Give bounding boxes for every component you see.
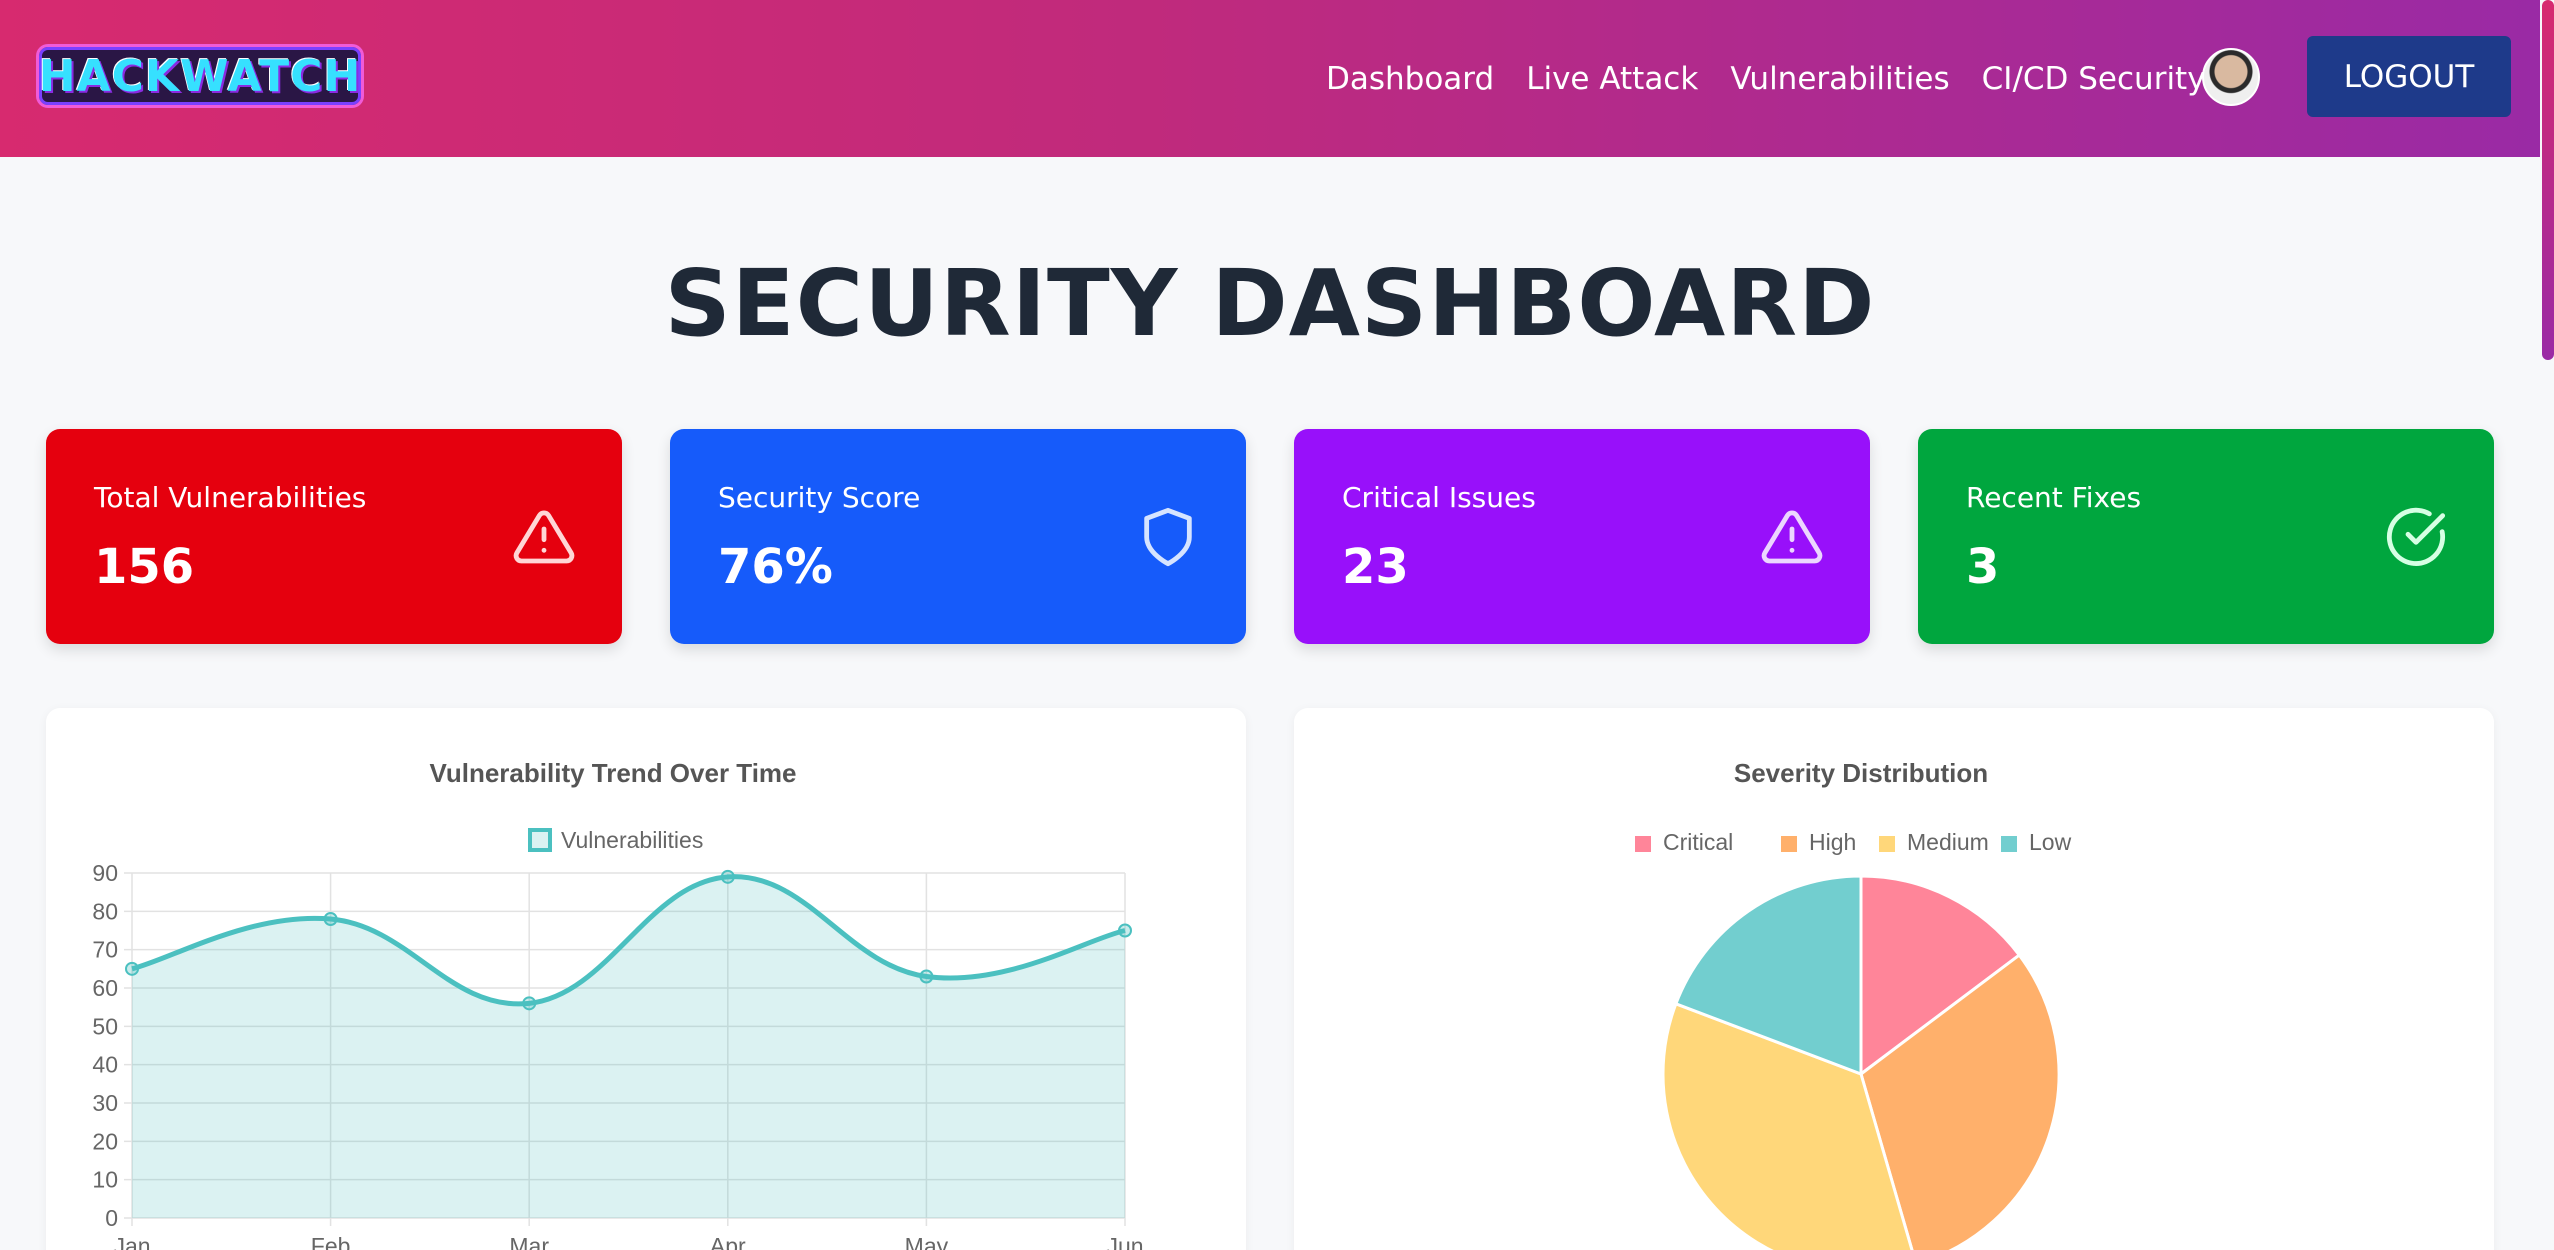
x-tick-label: May bbox=[905, 1233, 949, 1250]
legend-label: Vulnerabilities bbox=[561, 827, 703, 853]
card-value: 23 bbox=[1342, 539, 1409, 595]
card-security-score: Security Score 76% bbox=[670, 429, 1246, 644]
user-avatar[interactable] bbox=[2202, 48, 2260, 106]
legend-swatch bbox=[528, 828, 552, 852]
top-navbar: HACKWATCH Dashboard Live Attack Vulnerab… bbox=[0, 0, 2540, 157]
severity-distribution-panel: Severity Distribution Critical High Medium… bbox=[1294, 708, 2494, 1250]
logo-text: HACKWATCH bbox=[38, 50, 362, 102]
card-label: Security Score bbox=[718, 481, 921, 514]
y-tick-label: 40 bbox=[92, 1052, 118, 1078]
x-tick-label: Mar bbox=[509, 1233, 549, 1250]
y-tick-label: 60 bbox=[92, 975, 118, 1001]
data-point[interactable] bbox=[125, 961, 139, 976]
chart-title: Vulnerability Trend Over Time bbox=[429, 758, 796, 788]
nav-vulnerabilities[interactable]: Vulnerabilities bbox=[1730, 61, 1949, 97]
shield-icon bbox=[1144, 507, 1192, 567]
series-area-fill bbox=[132, 876, 1125, 1218]
main-nav: Dashboard Live Attack Vulnerabilities CI… bbox=[1326, 0, 2206, 157]
vulnerability-trend-panel: Vulnerability Trend Over Time Vulnerabil… bbox=[46, 708, 1246, 1250]
y-tick-label: 20 bbox=[92, 1128, 118, 1154]
hackwatch-logo[interactable]: HACKWATCH bbox=[36, 44, 364, 108]
chart-legend[interactable]: Vulnerabilities bbox=[528, 827, 703, 853]
data-point[interactable] bbox=[1118, 923, 1132, 938]
legend-swatch bbox=[1781, 836, 1797, 852]
card-label: Recent Fixes bbox=[1966, 481, 2142, 514]
check-circle-icon bbox=[2386, 507, 2446, 566]
x-tick-label: Feb bbox=[311, 1233, 351, 1250]
y-tick-label: 10 bbox=[92, 1167, 118, 1193]
card-value: 76% bbox=[718, 539, 833, 595]
legend-label: Low bbox=[2029, 829, 2072, 855]
legend-label: Critical bbox=[1663, 829, 1733, 855]
card-label: Critical Issues bbox=[1342, 481, 1536, 514]
card-total-vulnerabilities: Total Vulnerabilities 156 bbox=[46, 429, 622, 644]
nav-live-attack[interactable]: Live Attack bbox=[1526, 61, 1698, 97]
data-point[interactable] bbox=[919, 969, 934, 984]
logout-button[interactable]: LOGOUT bbox=[2307, 36, 2511, 117]
data-point[interactable] bbox=[323, 912, 338, 926]
x-tick-label: Apr bbox=[710, 1233, 746, 1250]
nav-dashboard[interactable]: Dashboard bbox=[1326, 61, 1494, 97]
data-point[interactable] bbox=[720, 869, 735, 884]
legend-swatch bbox=[1635, 836, 1651, 852]
page-title: SECURITY DASHBOARD bbox=[664, 250, 1876, 357]
x-tick-label: Jan bbox=[113, 1233, 150, 1250]
data-point[interactable] bbox=[522, 996, 537, 1011]
pie-chart: Severity Distribution Critical High Medium… bbox=[1635, 758, 2072, 1250]
line-chart: Vulnerability Trend Over Time Vulnerabil… bbox=[92, 758, 1143, 1250]
legend-swatch bbox=[1879, 836, 1895, 852]
alert-triangle-icon bbox=[1761, 510, 1823, 564]
y-tick-label: 70 bbox=[92, 937, 118, 963]
nav-cicd-security[interactable]: CI/CD Security bbox=[1982, 61, 2206, 97]
y-tick-label: 30 bbox=[92, 1090, 118, 1116]
legend-label: High bbox=[1809, 829, 1856, 855]
card-label: Total Vulnerabilities bbox=[94, 481, 367, 514]
y-tick-label: 80 bbox=[92, 898, 118, 924]
card-recent-fixes: Recent Fixes 3 bbox=[1918, 429, 2494, 644]
y-tick-label: 90 bbox=[92, 860, 118, 886]
y-tick-label: 50 bbox=[92, 1013, 118, 1039]
y-tick-label: 0 bbox=[105, 1205, 118, 1231]
chart-legend[interactable]: Critical High Medium Low bbox=[1635, 829, 2072, 855]
chart-title: Severity Distribution bbox=[1734, 758, 1988, 788]
legend-label: Medium bbox=[1907, 829, 1989, 855]
card-critical-issues: Critical Issues 23 bbox=[1294, 429, 1870, 644]
legend-swatch bbox=[2001, 836, 2017, 852]
scrollbar-thumb[interactable] bbox=[2542, 0, 2554, 360]
card-value: 3 bbox=[1966, 539, 2000, 595]
x-tick-label: Jun bbox=[1106, 1233, 1143, 1250]
alert-triangle-icon bbox=[513, 510, 575, 564]
card-value: 156 bbox=[94, 539, 195, 595]
